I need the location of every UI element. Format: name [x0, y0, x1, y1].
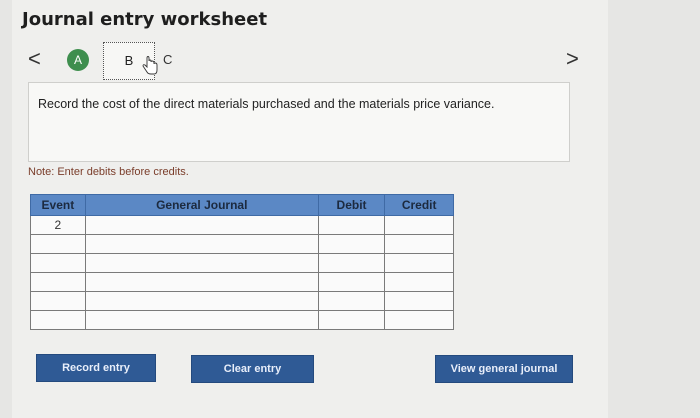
header-credit: Credit [384, 194, 454, 216]
event-cell [30, 234, 86, 254]
event-cell: 2 [30, 215, 86, 235]
debit-input[interactable] [317, 272, 386, 292]
header-general-journal: General Journal [84, 194, 319, 216]
table-row [30, 234, 454, 254]
step-tab-a[interactable]: A [67, 49, 89, 71]
debit-input[interactable] [317, 253, 386, 273]
page-title: Journal entry worksheet [22, 9, 268, 30]
record-entry-button[interactable]: Record entry [36, 354, 156, 382]
event-cell [30, 272, 86, 292]
table-row [30, 272, 454, 292]
header-event: Event [30, 194, 86, 216]
credit-input[interactable] [384, 310, 454, 330]
credit-input[interactable] [384, 291, 454, 311]
table-row [30, 291, 454, 311]
table-row: 2 [30, 215, 454, 235]
debit-input[interactable] [317, 215, 386, 235]
instruction-box: Record the cost of the direct materials … [28, 82, 570, 162]
event-cell [30, 310, 86, 330]
next-arrow-icon[interactable]: > [566, 48, 579, 70]
credit-input[interactable] [384, 272, 454, 292]
account-input[interactable] [84, 253, 319, 273]
account-input[interactable] [84, 215, 319, 235]
prev-arrow-icon[interactable]: < [28, 48, 41, 70]
debit-input[interactable] [317, 310, 386, 330]
account-input[interactable] [84, 272, 319, 292]
journal-entry-table: Event General Journal Debit Credit 2 [30, 194, 454, 330]
account-input[interactable] [84, 291, 319, 311]
credit-input[interactable] [384, 215, 454, 235]
step-tab-c[interactable]: C [163, 52, 172, 67]
hand-cursor-icon [142, 56, 158, 75]
account-input[interactable] [84, 310, 319, 330]
table-row [30, 253, 454, 273]
credit-input[interactable] [384, 234, 454, 254]
credit-input[interactable] [384, 253, 454, 273]
event-cell [30, 291, 86, 311]
table-row [30, 310, 454, 330]
header-debit: Debit [317, 194, 386, 216]
table-header-row: Event General Journal Debit Credit [30, 194, 454, 216]
note-text: Note: Enter debits before credits. [28, 166, 189, 178]
event-cell [30, 253, 86, 273]
debit-input[interactable] [317, 291, 386, 311]
account-input[interactable] [84, 234, 319, 254]
instruction-text: Record the cost of the direct materials … [38, 97, 495, 111]
view-general-journal-button[interactable]: View general journal [435, 355, 573, 383]
clear-entry-button[interactable]: Clear entry [191, 355, 314, 383]
debit-input[interactable] [317, 234, 386, 254]
